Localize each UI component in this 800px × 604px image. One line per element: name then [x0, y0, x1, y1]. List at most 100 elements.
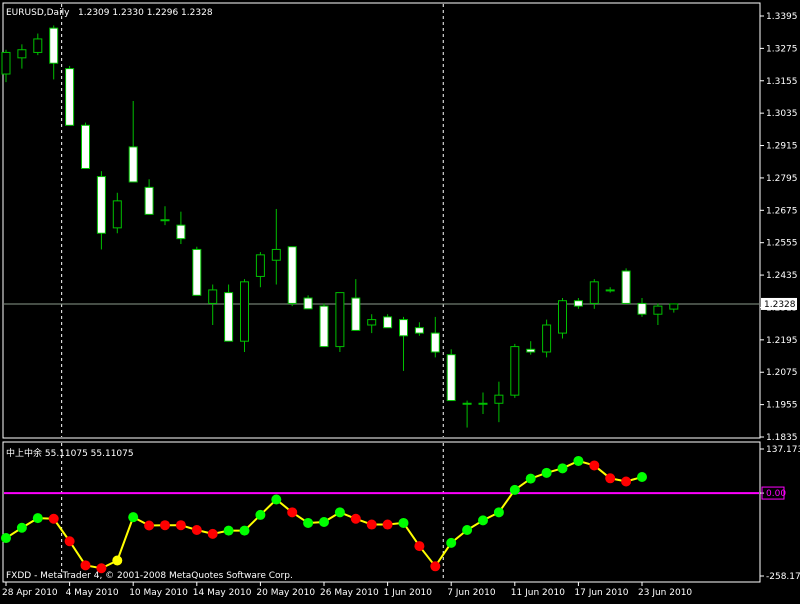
candle-body: [621, 270, 631, 304]
candle-body: [558, 300, 567, 334]
time-axis-label: 10 May 2010: [129, 588, 188, 598]
indicator-point: [32, 513, 43, 524]
price-axis-label: 1.3155: [766, 77, 798, 87]
indicator-axis-label: -258.171: [766, 572, 800, 582]
indicator-point: [303, 517, 314, 528]
candle-body: [494, 394, 504, 404]
candle-body: [383, 316, 393, 329]
candle-body: [240, 281, 249, 342]
ohlc-label: 1.2309 1.2330 1.2296 1.2328: [78, 8, 213, 18]
watermark-text: FXDD - MetaTrader 4, © 2001-2008 MetaQuo…: [6, 571, 293, 581]
candle: [621, 268, 631, 304]
indicator-point: [637, 472, 647, 483]
candle-body: [319, 305, 329, 348]
indicator-label: 中上中余 55.11075 55.11075: [6, 447, 134, 459]
indicator-point: [573, 455, 584, 466]
indicator-point: [255, 509, 266, 520]
candle-body: [351, 297, 361, 331]
candle-body: [160, 219, 170, 222]
indicator-point: [319, 516, 329, 527]
price-axis-label: 1.2555: [766, 239, 798, 249]
chart-window: EURUSD,Daily 1.2309 1.2330 1.2296 1.2328…: [0, 0, 800, 600]
price-axis-label: 1.2435: [766, 271, 798, 281]
indicator-axis-label: 0.00: [766, 489, 786, 499]
indicator-point: [430, 561, 441, 572]
candle-body: [446, 354, 456, 402]
indicator-point: [541, 467, 552, 478]
indicator-point: [175, 520, 186, 531]
price-axis-label: 1.1955: [766, 401, 798, 411]
candle: [192, 246, 202, 296]
indicator-point: [112, 555, 123, 566]
price-axis-label: 1.3275: [766, 44, 798, 54]
candle-body: [81, 124, 90, 169]
time-axis-label: 7 Jun 2010: [447, 588, 496, 598]
candle: [287, 246, 297, 307]
candle-body: [208, 289, 218, 304]
candle-body: [1, 51, 11, 75]
candle-body: [605, 289, 615, 292]
price-axis-label: 1.1835: [766, 433, 798, 443]
candle-body: [669, 303, 679, 310]
indicator-point: [525, 473, 536, 484]
candle-body: [637, 302, 647, 315]
candle-body: [17, 49, 27, 59]
candle-body: [287, 246, 297, 304]
candle: [542, 319, 552, 358]
candle-body: [430, 332, 440, 353]
indicator-point: [48, 513, 59, 524]
indicator-point: [621, 476, 632, 487]
candle: [81, 122, 90, 169]
indicator-point: [493, 507, 504, 518]
candle-body: [96, 176, 106, 234]
indicator-point: [382, 519, 393, 530]
indicator-point: [478, 515, 488, 526]
price-axis-label: 1.2795: [766, 174, 798, 184]
candle-body: [573, 300, 583, 307]
indicator-point: [462, 525, 473, 536]
candle-body: [542, 324, 552, 353]
indicator-point: [446, 537, 457, 548]
indicator-point: [160, 520, 170, 531]
candle-body: [255, 254, 265, 277]
indicator-point: [605, 473, 616, 484]
time-axis-label: 26 May 2010: [320, 588, 379, 598]
candle-body: [303, 297, 313, 310]
candle-body: [192, 248, 202, 296]
candle-body: [526, 348, 536, 353]
indicator-point: [509, 484, 520, 495]
time-axis-label: 1 Jun 2010: [384, 588, 433, 598]
time-axis-label: 14 May 2010: [193, 588, 252, 598]
indicator-point: [128, 512, 139, 523]
indicator-point: [223, 525, 234, 536]
candle: [65, 65, 75, 126]
price-axis-label: 1.2675: [766, 206, 798, 216]
indicator-point: [239, 525, 250, 536]
candle: [224, 284, 234, 342]
candle-body: [112, 200, 122, 229]
indicator-point: [589, 460, 600, 471]
price-axis-label: 1.2075: [766, 368, 798, 378]
indicator-point: [80, 560, 91, 571]
time-axis-label: 23 Jun 2010: [638, 588, 692, 598]
indicator-axis-label: 137.1737: [766, 445, 800, 455]
time-axis-label: 11 Jun 2010: [511, 588, 565, 598]
candle: [510, 343, 520, 398]
candle-body: [462, 402, 472, 405]
candle-body: [271, 248, 281, 261]
candle-body: [335, 292, 345, 348]
candle-body: [367, 319, 377, 326]
candle: [319, 303, 329, 348]
time-axis-label: 4 May 2010: [66, 588, 119, 598]
candle-body: [128, 146, 138, 183]
candle-body: [399, 319, 408, 337]
candle: [240, 279, 249, 352]
candle-body: [144, 186, 154, 215]
price-axis-label: 1.3035: [766, 109, 798, 119]
indicator-point: [64, 536, 75, 547]
indicator-point: [557, 463, 568, 474]
candle-body: [653, 305, 663, 315]
indicator-point: [398, 517, 409, 528]
indicator-point: [414, 541, 425, 552]
candle-body: [65, 68, 75, 126]
